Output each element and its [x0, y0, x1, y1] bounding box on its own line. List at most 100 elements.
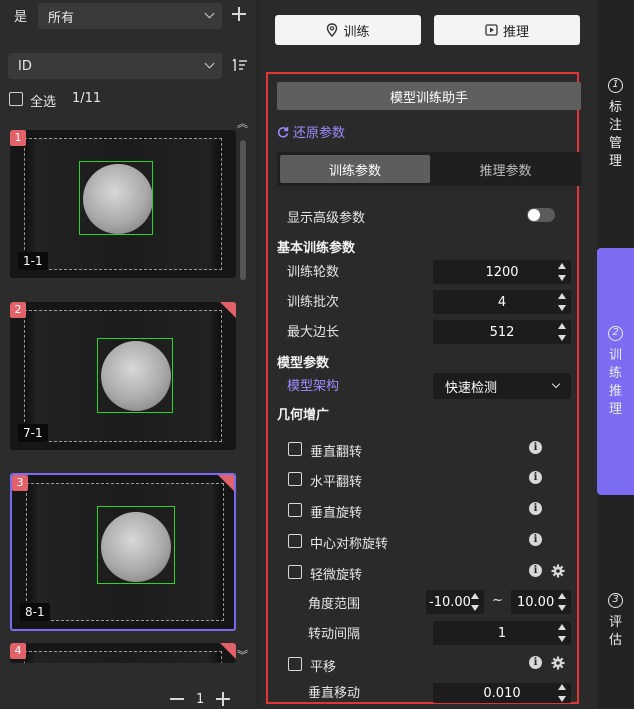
info-icon[interactable]: i — [529, 656, 542, 669]
angle-min-value: -10.00 — [429, 594, 471, 610]
angle-max-input[interactable]: 10.00 — [511, 590, 571, 614]
filter-label: 是 — [14, 10, 28, 25]
flag-corner — [220, 302, 236, 318]
chevron-down-icon — [551, 379, 561, 389]
max-side-label: 最大边长 — [287, 325, 340, 340]
tab-char: 注 — [608, 118, 622, 133]
info-icon[interactable]: i — [529, 502, 542, 515]
thumbnail-image — [24, 310, 222, 442]
max-side-input[interactable]: 512 — [433, 320, 571, 344]
model-arch-select[interactable]: 快速检测 — [433, 373, 571, 399]
spinner-icon[interactable] — [558, 323, 566, 341]
index-badge: 4 — [10, 643, 26, 659]
location-pin-icon — [327, 23, 338, 37]
restore-params-link[interactable]: 还原参数 — [277, 122, 345, 141]
training-assistant-button[interactable]: 模型训练助手 — [277, 82, 581, 110]
index-badge: 3 — [12, 475, 28, 491]
spinner-icon[interactable] — [558, 684, 566, 702]
train-tab-label: 训练 — [343, 24, 370, 40]
hflip-checkbox[interactable] — [288, 472, 302, 486]
geometric-aug-heading: 几何增广 — [277, 408, 330, 423]
tab-annotation-manage[interactable]: 1 标 注 管 理 — [597, 78, 634, 188]
scroll-top-icon[interactable]: ︽ — [237, 118, 248, 129]
page-number[interactable]: 1 — [196, 692, 204, 707]
gear-icon[interactable] — [551, 564, 565, 578]
bounding-box[interactable] — [97, 506, 175, 584]
model-arch-value: 快速检测 — [445, 380, 498, 396]
bounding-box[interactable] — [97, 338, 173, 413]
vflip-label: 垂直翻转 — [310, 445, 363, 460]
info-icon[interactable]: i — [529, 471, 542, 484]
thumbnail-card[interactable]: 1 1-1 — [10, 130, 236, 278]
select-all-checkbox[interactable] — [9, 92, 23, 106]
restore-params-label: 还原参数 — [293, 126, 346, 141]
angle-min-input[interactable]: -10.00 — [426, 590, 484, 614]
segment-infer-params[interactable]: 推理参数 — [433, 155, 578, 183]
info-icon[interactable]: i — [529, 533, 542, 546]
epochs-label: 训练轮数 — [287, 265, 340, 280]
tab-char: 标 — [608, 100, 622, 115]
filter-select[interactable]: 所有 — [38, 3, 222, 29]
scrollbar[interactable] — [240, 140, 246, 280]
vertical-shift-input[interactable]: 0.010 — [433, 683, 571, 703]
tab-char: 评 — [608, 615, 622, 630]
selection-count: 1/11 — [72, 91, 102, 106]
tab-char: 练 — [608, 366, 622, 381]
tab-char: 理 — [608, 154, 622, 169]
spinner-icon[interactable] — [558, 624, 566, 642]
thumbnail-label: 1-1 — [18, 252, 48, 270]
center-rotate-label: 中心对称旋转 — [310, 537, 389, 552]
center-rotate-checkbox[interactable] — [288, 534, 302, 548]
basic-params-heading: 基本训练参数 — [277, 241, 356, 256]
epochs-input[interactable]: 1200 — [433, 260, 571, 284]
spinner-icon[interactable] — [558, 263, 566, 281]
play-box-icon — [485, 24, 498, 36]
thumbnail-image — [26, 483, 224, 621]
rotation-step-input[interactable]: 1 — [433, 621, 571, 645]
flag-corner — [218, 475, 234, 491]
batch-input[interactable]: 4 — [433, 290, 571, 314]
chevron-down-icon — [204, 8, 215, 19]
sort-value: ID — [18, 58, 32, 74]
vertical-shift-value: 0.010 — [483, 685, 521, 701]
translate-checkbox[interactable] — [288, 657, 302, 671]
vrotate-label: 垂直旋转 — [310, 506, 363, 521]
segment-train-params[interactable]: 训练参数 — [280, 155, 430, 183]
thumbnail-card[interactable]: 4 — [10, 643, 236, 663]
add-icon[interactable] — [232, 7, 246, 21]
thumbnail-card[interactable]: 2 7-1 — [10, 302, 236, 450]
spinner-icon[interactable] — [471, 593, 479, 611]
train-tab-button[interactable]: 训练 — [275, 15, 421, 45]
show-advanced-label: 显示高级参数 — [287, 211, 366, 226]
model-params-heading: 模型参数 — [277, 356, 330, 371]
spinner-icon[interactable] — [558, 293, 566, 311]
image-list-panel: 是 所有 ID 全选 1/11 1 1-1 2 7-1 3 8-1 4 ︽ ︾ … — [0, 0, 258, 708]
gear-icon[interactable] — [551, 656, 565, 670]
step-number: 2 — [608, 326, 623, 341]
training-panel: 训练 推理 模型训练助手 还原参数 训练参数 推理参数 显示高级参数 基本训练参… — [259, 0, 597, 708]
scroll-bottom-icon[interactable]: ︾ — [237, 650, 248, 661]
filter-value: 所有 — [48, 10, 75, 26]
info-icon[interactable]: i — [529, 564, 542, 577]
infer-tab-button[interactable]: 推理 — [434, 15, 580, 45]
training-assistant-panel: 模型训练助手 还原参数 训练参数 推理参数 显示高级参数 基本训练参数 训练轮数… — [266, 72, 581, 704]
sort-order-icon[interactable] — [232, 58, 248, 72]
rotation-step-value: 1 — [497, 625, 507, 641]
refresh-icon — [277, 126, 289, 138]
vrotate-checkbox[interactable] — [288, 503, 302, 517]
show-advanced-toggle[interactable] — [527, 208, 555, 222]
slight-rotate-checkbox[interactable] — [288, 565, 302, 579]
sort-select[interactable]: ID — [8, 53, 222, 79]
vflip-checkbox[interactable] — [288, 442, 302, 456]
prev-page-icon[interactable] — [170, 698, 184, 700]
batch-value: 4 — [497, 294, 507, 310]
next-page-icon[interactable] — [216, 692, 231, 706]
bounding-box[interactable] — [79, 161, 153, 235]
tab-train-infer[interactable]: 2 训 练 推 理 — [597, 248, 634, 495]
range-separator: ~ — [492, 593, 503, 608]
tab-evaluate[interactable]: 3 评 估 — [597, 593, 634, 653]
thumbnail-card-selected[interactable]: 3 8-1 — [10, 473, 236, 631]
spinner-icon[interactable] — [558, 593, 566, 611]
info-icon[interactable]: i — [529, 441, 542, 454]
tab-char: 估 — [608, 633, 622, 648]
